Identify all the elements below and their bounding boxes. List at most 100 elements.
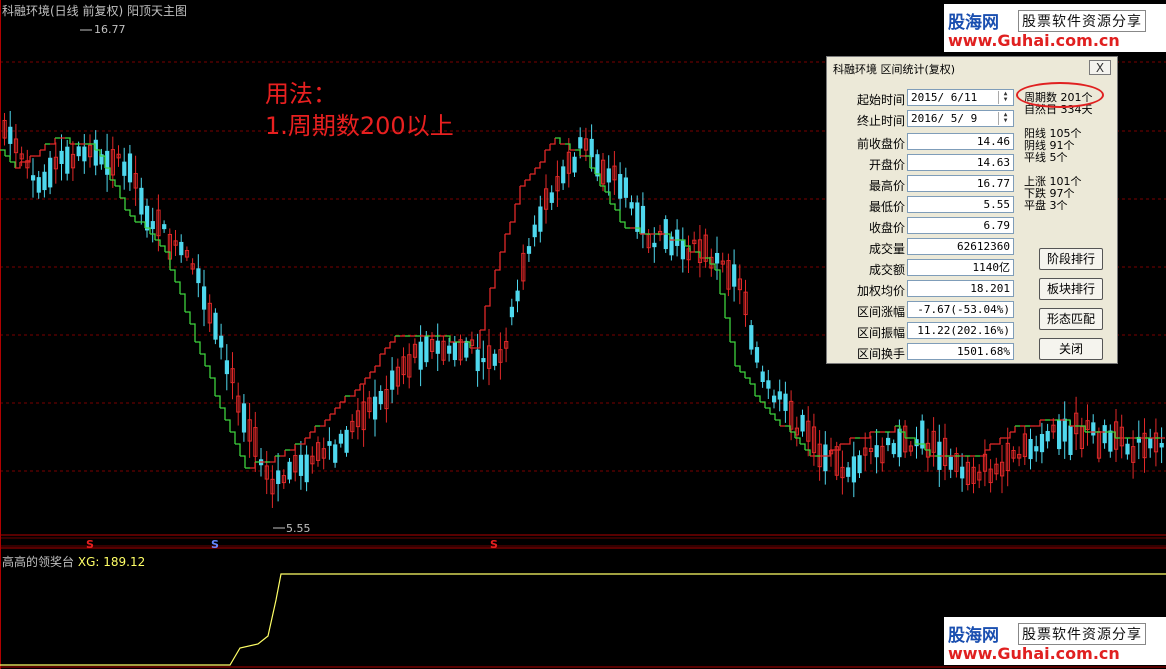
- trend-line-step: [500, 234, 506, 253]
- candle-body: [874, 445, 879, 458]
- usage-line-2: 1.周期数200以上: [265, 112, 454, 140]
- close-price-field[interactable]: 6.79: [907, 217, 1014, 234]
- trend-line-step: [40, 144, 46, 151]
- candle-body: [1148, 438, 1153, 449]
- candle-body: [766, 380, 771, 389]
- candle-body: [1091, 422, 1096, 436]
- trend-line-step: [230, 431, 236, 444]
- field-label: 开盘价: [868, 158, 905, 172]
- candle-body: [1108, 430, 1113, 452]
- pattern-match-button[interactable]: 形态匹配: [1039, 308, 1103, 330]
- candle-body: [1068, 425, 1073, 455]
- candle-body: [754, 347, 760, 363]
- candle-body: [572, 156, 577, 173]
- high-price-field[interactable]: 16.77: [907, 175, 1014, 192]
- trend-line-step: [355, 384, 361, 391]
- range-turnover-field[interactable]: 1501.68%: [907, 343, 1014, 360]
- candle-body: [846, 467, 851, 477]
- trend-line-step: [10, 161, 16, 168]
- trend-line-step: [220, 407, 226, 420]
- highlight-oval: [1016, 82, 1104, 108]
- candle-body: [1028, 438, 1033, 460]
- trend-line-step: [770, 413, 776, 420]
- candle-body: [390, 370, 395, 390]
- range-change-field[interactable]: -7.67(-53.04%): [907, 301, 1014, 318]
- high-price-label: 16.77: [94, 23, 126, 36]
- dialog-titlebar[interactable]: 科融环境 区间统计(复权) X: [827, 57, 1117, 79]
- candle-body: [783, 393, 788, 411]
- open-price-field[interactable]: 14.63: [907, 154, 1014, 171]
- candle-body: [196, 268, 201, 284]
- candle-body: [1039, 434, 1045, 453]
- trend-line-step: [730, 341, 736, 366]
- candle-body: [629, 202, 634, 209]
- trend-line-step: [270, 456, 276, 463]
- candle-body: [509, 306, 514, 318]
- field-start-time: 起始时间 2015/ 6/11 ▲ ▼: [827, 88, 1027, 108]
- candle-body: [1034, 446, 1039, 452]
- trend-line-step: [385, 342, 391, 349]
- trend-line-step: [235, 443, 241, 456]
- trend-line-step: [755, 395, 761, 402]
- watermark-url: www.Guhai.com.cn: [948, 644, 1120, 663]
- trend-line-step: [795, 437, 801, 444]
- candle-body: [595, 154, 600, 177]
- turnover-amount-field[interactable]: 1140亿: [907, 259, 1014, 276]
- sector-ranking-button[interactable]: 板块排行: [1039, 278, 1103, 300]
- trend-line-step: [155, 239, 161, 246]
- trend-line-step: [305, 432, 311, 439]
- indicator-xg-value: 189.12: [103, 555, 146, 569]
- trend-line-step: [160, 245, 166, 252]
- close-button[interactable]: X: [1089, 60, 1111, 75]
- volume-field[interactable]: 62612360: [907, 238, 1014, 255]
- candle-body: [532, 224, 537, 238]
- trend-line-step: [280, 450, 286, 457]
- candle-body: [435, 340, 440, 354]
- stage-ranking-button[interactable]: 阶段排行: [1039, 248, 1103, 270]
- trend-line-step: [530, 168, 536, 175]
- candle-body: [526, 246, 532, 254]
- trend-line-step: [620, 221, 626, 228]
- trend-line-step: [750, 383, 756, 396]
- trend-line-step: [50, 138, 56, 145]
- low-price-label: 5.55: [286, 522, 311, 535]
- candle-body: [492, 353, 497, 366]
- candle-body: [338, 433, 343, 444]
- candle-body: [150, 221, 155, 230]
- range-amplitude-field[interactable]: 11.22(202.16%): [907, 322, 1014, 339]
- low-price-field[interactable]: 5.55: [907, 196, 1014, 213]
- candle-body: [76, 146, 81, 157]
- trend-line-step: [590, 167, 596, 174]
- field-label: 成交量: [868, 242, 905, 256]
- trend-line-step: [865, 432, 871, 439]
- spin-arrows-icon[interactable]: ▲ ▼: [998, 112, 1012, 125]
- weighted-avg-field[interactable]: 18.201: [907, 280, 1014, 297]
- trend-line-step: [5, 155, 11, 162]
- candle-body: [287, 461, 292, 480]
- trend-line-step: [765, 407, 771, 414]
- field-label: 收盘价: [868, 221, 905, 235]
- candle-body: [475, 349, 480, 372]
- candle-body: [515, 290, 520, 302]
- close-dialog-button[interactable]: 关闭: [1039, 338, 1103, 360]
- candle-body: [623, 177, 628, 198]
- candle-body: [635, 202, 640, 232]
- candle-body: [652, 242, 657, 248]
- trend-line-step: [720, 293, 726, 318]
- field-label: 区间换手: [856, 347, 905, 361]
- candle-body: [1045, 430, 1050, 442]
- trend-line-step: [800, 443, 806, 450]
- prev-close-field[interactable]: 14.46: [907, 133, 1014, 150]
- trend-line-step: [370, 366, 376, 373]
- trend-line-step: [845, 438, 851, 445]
- candle-body: [202, 286, 207, 310]
- spin-arrows-icon[interactable]: ▲ ▼: [998, 91, 1012, 104]
- candle-body: [561, 166, 566, 184]
- end-date-picker[interactable]: 2016/ 5/ 9 ▲ ▼: [907, 110, 1014, 127]
- trend-line-step: [805, 449, 811, 456]
- start-date-picker[interactable]: 2015/ 6/11 ▲ ▼: [907, 89, 1014, 106]
- candle-body: [139, 187, 144, 215]
- field-label: 起始时间: [856, 93, 905, 107]
- trend-line-step: [735, 365, 741, 372]
- trend-line-step: [35, 150, 41, 157]
